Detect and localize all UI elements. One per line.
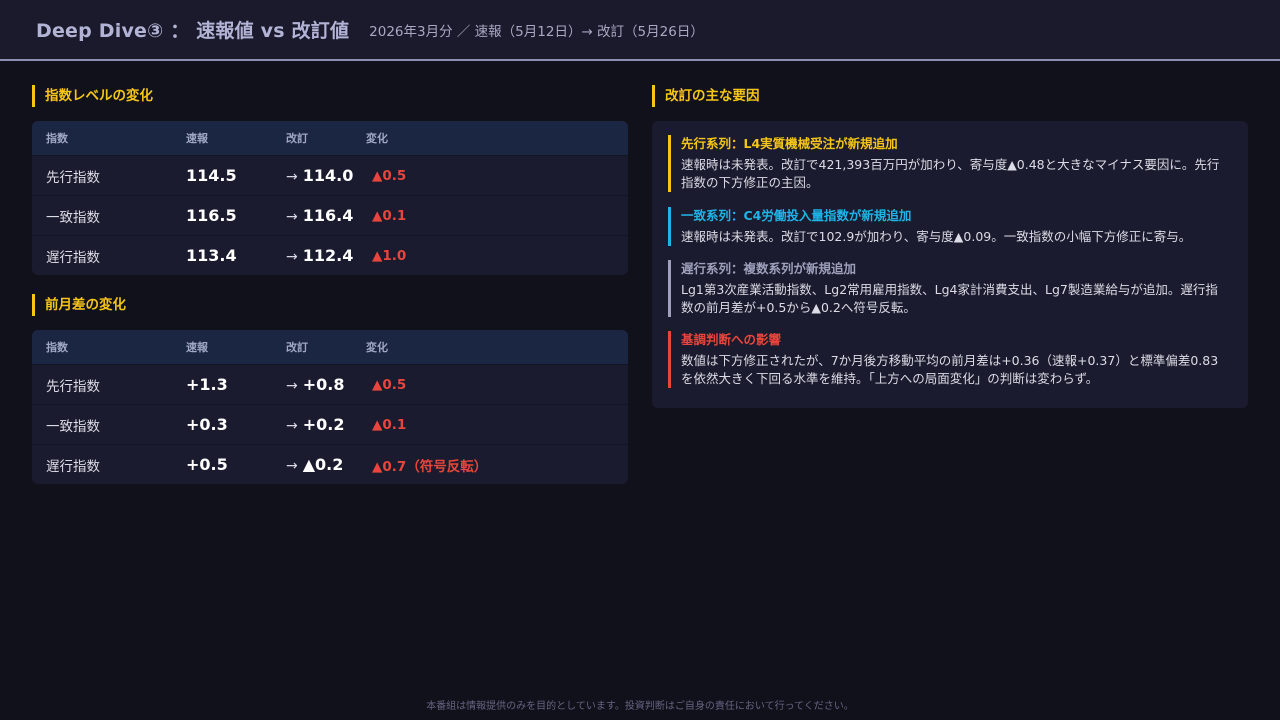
factor-text: 速報時は未発表。改訂で421,393百万円が加わり、寄与度▲0.48と大きなマイ… xyxy=(681,157,1220,190)
col-header-prelim: 速報 xyxy=(186,132,208,145)
col-header-change: 変化 xyxy=(366,132,388,145)
revised-cell: → 112.4 xyxy=(286,246,366,265)
change-value: ▲0.5 xyxy=(372,167,407,184)
col-header-index: 指数 xyxy=(46,341,68,354)
levels-section-title: 指数レベルの変化 xyxy=(32,85,153,107)
prelim-value: +0.5 xyxy=(186,455,228,474)
factor-item: 遅行系列：複数系列が新規追加 Lg1第3次産業活動指数、Lg2常用雇用指数、Lg… xyxy=(668,260,1224,317)
factor-title: 基調判断への影響 xyxy=(681,332,782,347)
col-header-index: 指数 xyxy=(46,132,68,145)
factor-text: 速報時は未発表。改訂で102.9が加わり、寄与度▲0.09。一致指数の小幅下方修… xyxy=(681,229,1192,244)
change-value: ▲0.7（符号反転） xyxy=(372,458,488,475)
revised-cell: → ▲0.2 xyxy=(286,455,366,474)
prelim-value: 116.5 xyxy=(186,206,237,225)
col-header-revised: 改訂 xyxy=(286,132,308,145)
arrow-icon: → xyxy=(286,458,298,474)
col-header-prelim: 速報 xyxy=(186,341,208,354)
change-value: ▲0.1 xyxy=(372,416,407,433)
revised-cell: → 116.4 xyxy=(286,206,366,225)
revised-cell: → 114.0 xyxy=(286,166,366,185)
revised-value: 116.4 xyxy=(302,206,354,225)
col-header-change: 変化 xyxy=(366,341,388,354)
table-row: 遅行指数 113.4 → 112.4 ▲1.0 xyxy=(32,235,628,275)
diffs-section-title: 前月差の変化 xyxy=(32,294,126,316)
change-value: ▲0.5 xyxy=(372,376,407,393)
factor-item: 基調判断への影響 数値は下方修正されたが、7か月後方移動平均の前月差は+0.36… xyxy=(668,331,1224,388)
table-row: 一致指数 116.5 → 116.4 ▲0.1 xyxy=(32,195,628,235)
row-label: 先行指数 xyxy=(46,378,100,395)
revised-value: 112.4 xyxy=(302,246,354,265)
row-label: 一致指数 xyxy=(46,209,100,226)
prelim-value: +0.3 xyxy=(186,415,228,434)
factor-text: 数値は下方修正されたが、7か月後方移動平均の前月差は+0.36（速報+0.37）… xyxy=(681,353,1219,386)
change-value: ▲1.0 xyxy=(372,247,407,264)
table-row: 一致指数 +0.3 → +0.2 ▲0.1 xyxy=(32,404,628,444)
change-value: ▲0.1 xyxy=(372,207,407,224)
table-row: 先行指数 +1.3 → +0.8 ▲0.5 xyxy=(32,364,628,404)
row-label: 先行指数 xyxy=(46,169,100,186)
factor-item: 一致系列：C4労働投入量指数が新規追加 速報時は未発表。改訂で102.9が加わり… xyxy=(668,207,1224,246)
prelim-value: 114.5 xyxy=(186,166,237,185)
table-row: 遅行指数 +0.5 → ▲0.2 ▲0.7（符号反転） xyxy=(32,444,628,484)
page-subtitle: 2026年3月分 ／ 速報（5月12日）→ 改訂（5月26日） xyxy=(369,23,704,40)
page-title: Deep Dive③ ： 速報値 vs 改訂値 xyxy=(36,20,350,42)
header-bar: Deep Dive③ ： 速報値 vs 改訂値 2026年3月分 ／ 速報（5月… xyxy=(0,0,1280,61)
prelim-value: 113.4 xyxy=(186,246,237,265)
row-label: 一致指数 xyxy=(46,418,100,435)
revised-cell: → +0.8 xyxy=(286,375,366,394)
col-header-revised: 改訂 xyxy=(286,341,308,354)
revised-value: +0.8 xyxy=(302,375,345,394)
diffs-table: 指数 速報 改訂 変化 先行指数 +1.3 → +0.8 ▲0.5 一致指数 +0… xyxy=(32,330,628,484)
row-label: 遅行指数 xyxy=(46,249,100,266)
levels-table-header: 指数 速報 改訂 変化 xyxy=(32,121,628,155)
row-label: 遅行指数 xyxy=(46,458,100,475)
diffs-table-header: 指数 速報 改訂 変化 xyxy=(32,330,628,364)
factor-text: Lg1第3次産業活動指数、Lg2常用雇用指数、Lg4家計消費支出、Lg7製造業給… xyxy=(681,282,1218,315)
arrow-icon: → xyxy=(286,169,298,185)
arrow-icon: → xyxy=(286,209,298,225)
disclaimer-footer: 本番組は情報提供のみを目的としています。投資判断はご自身の責任において行ってくだ… xyxy=(426,701,854,712)
factor-title: 遅行系列：複数系列が新規追加 xyxy=(681,261,857,276)
revised-value: +0.2 xyxy=(302,415,345,434)
arrow-icon: → xyxy=(286,249,298,265)
factors-panel: 先行系列：L4実質機械受注が新規追加 速報時は未発表。改訂で421,393百万円… xyxy=(652,121,1248,408)
factor-title: 先行系列：L4実質機械受注が新規追加 xyxy=(681,136,898,151)
factor-title: 一致系列：C4労働投入量指数が新規追加 xyxy=(681,208,912,223)
table-row: 先行指数 114.5 → 114.0 ▲0.5 xyxy=(32,155,628,195)
revised-cell: → +0.2 xyxy=(286,415,366,434)
arrow-icon: → xyxy=(286,418,298,434)
factors-section-title: 改訂の主な要因 xyxy=(652,85,760,107)
factor-item: 先行系列：L4実質機械受注が新規追加 速報時は未発表。改訂で421,393百万円… xyxy=(668,135,1224,192)
revised-value: ▲0.2 xyxy=(302,455,344,474)
levels-table: 指数 速報 改訂 変化 先行指数 114.5 → 114.0 ▲0.5 一致指数 … xyxy=(32,121,628,275)
prelim-value: +1.3 xyxy=(186,375,228,394)
arrow-icon: → xyxy=(286,378,298,394)
revised-value: 114.0 xyxy=(302,166,354,185)
